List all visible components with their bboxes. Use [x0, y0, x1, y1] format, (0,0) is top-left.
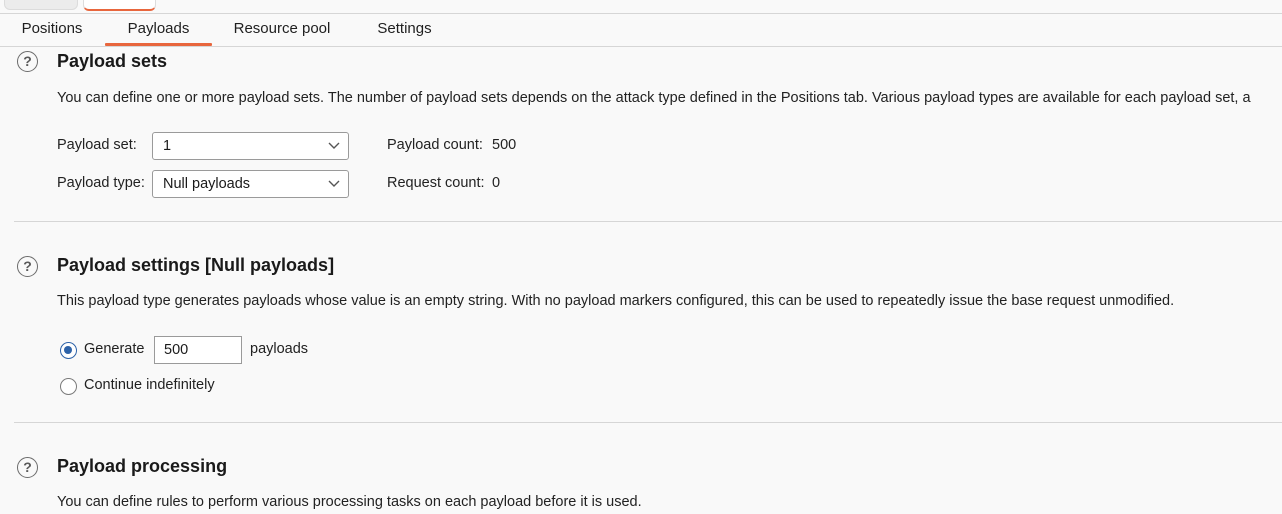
request-count-label: Request count: — [387, 175, 485, 191]
payload-settings-description: This payload type generates payloads who… — [57, 293, 1175, 309]
continue-indefinitely-label: Continue indefinitely — [84, 377, 215, 393]
chevron-down-icon — [328, 142, 340, 149]
tab-settings[interactable]: Settings — [362, 14, 447, 44]
payload-processing-help-icon[interactable]: ? — [17, 457, 38, 478]
payload-set-select[interactable]: 1 — [152, 132, 349, 160]
payload-sets-title: Payload sets — [57, 51, 168, 71]
payload-settings-title: Payload settings [Null payloads] — [57, 255, 335, 275]
tab-positions[interactable]: Positions — [9, 14, 95, 44]
payload-type-select[interactable]: Null payloads — [152, 170, 349, 198]
generate-count-input[interactable] — [154, 336, 242, 364]
chevron-down-icon — [328, 180, 340, 187]
tab-bar: Positions Payloads Resource pool Setting… — [0, 14, 1282, 47]
generate-label: Generate — [84, 341, 145, 357]
section-divider — [14, 221, 1282, 222]
tab-resource-pool[interactable]: Resource pool — [222, 14, 342, 44]
generate-radio[interactable] — [60, 342, 77, 359]
window-top-strip — [0, 0, 1282, 14]
payload-sets-help-icon[interactable]: ? — [17, 51, 38, 72]
tab-payloads[interactable]: Payloads — [105, 14, 212, 46]
request-count-value: 0 — [492, 175, 501, 191]
payload-processing-title: Payload processing — [57, 456, 228, 476]
payload-settings-help-icon[interactable]: ? — [17, 256, 38, 277]
payload-type-value: Null payloads — [163, 176, 251, 192]
upper-tab-active-partial[interactable] — [83, 0, 156, 11]
payloads-suffix-label: payloads — [250, 341, 309, 357]
section-divider — [14, 422, 1282, 423]
payload-type-label: Payload type: — [57, 175, 145, 191]
upper-tab-partial[interactable] — [4, 0, 78, 10]
payload-count-label: Payload count: — [387, 137, 483, 153]
payload-sets-description: You can define one or more payload sets.… — [57, 90, 1251, 106]
payload-processing-description: You can define rules to perform various … — [57, 494, 642, 510]
continue-indefinitely-radio[interactable] — [60, 378, 77, 395]
payload-set-value: 1 — [163, 138, 172, 154]
payload-count-value: 500 — [492, 137, 517, 153]
payload-set-label: Payload set: — [57, 137, 137, 153]
